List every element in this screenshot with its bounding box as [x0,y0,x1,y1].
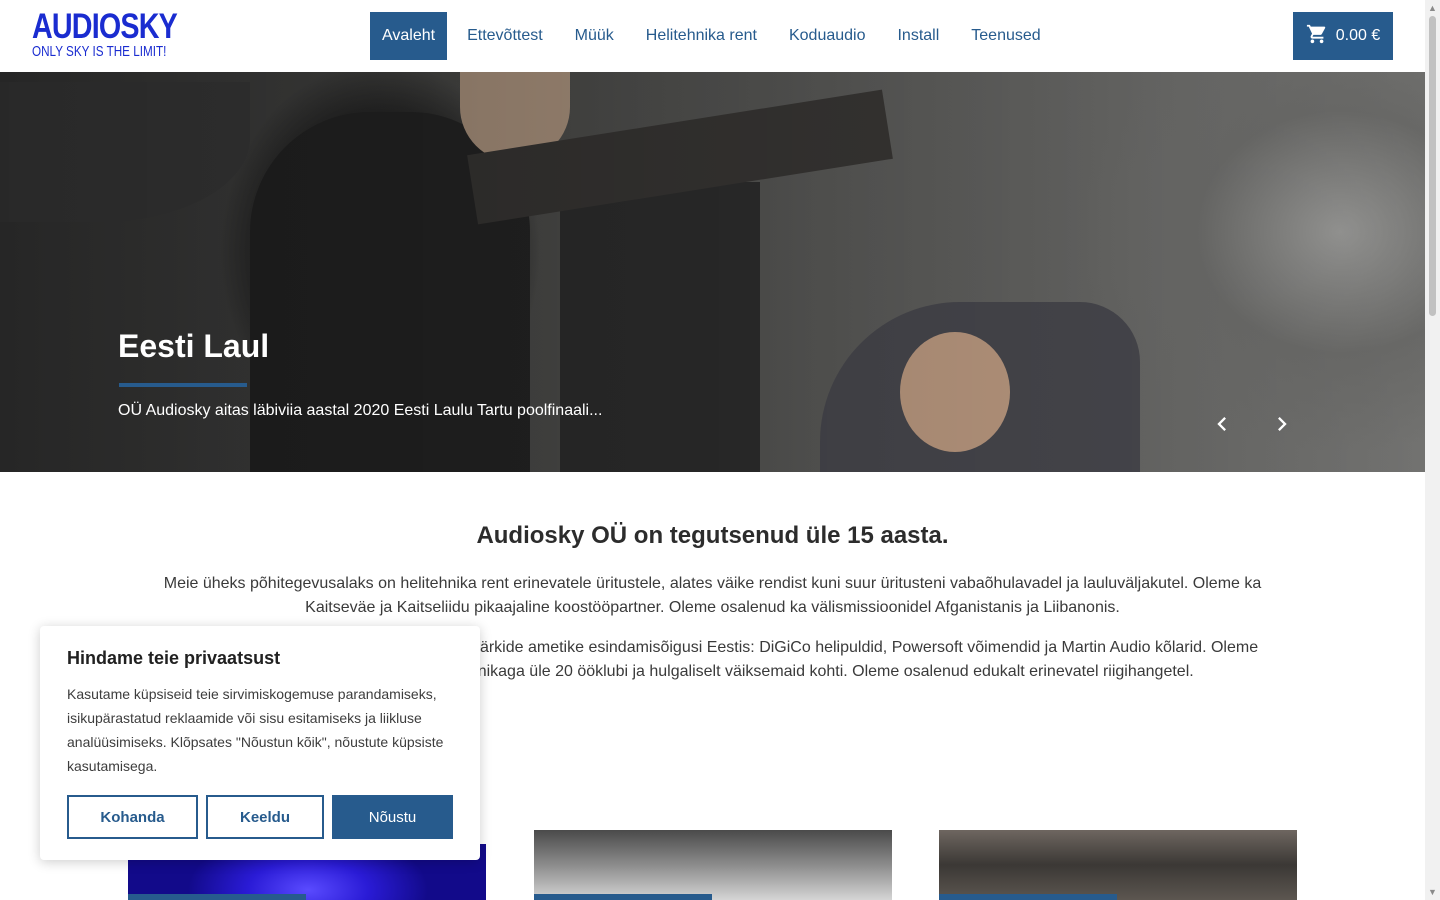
accept-button[interactable]: Nõustu [332,795,453,839]
logo-wordmark: AUDIOSKY [32,7,178,46]
site-header: AUDIOSKY ONLY SKY IS THE LIMIT! Avaleht … [0,0,1425,72]
page-scrollbar[interactable]: ▲ ▼ [1425,0,1440,900]
cookie-title: Hindame teie privaatsust [67,648,281,668]
section-title: Audiosky OÜ on tegutsenud üle 15 aasta. [476,522,949,549]
logo[interactable]: AUDIOSKY ONLY SKY IS THE LIMIT! [32,7,209,60]
nav-item-install[interactable]: Install [885,12,951,60]
hero-slider: Eesti Laul OÜ Audiosky aitas läbiviia aa… [0,72,1425,472]
chevron-left-icon[interactable] [1208,410,1236,438]
reject-button[interactable]: Keeldu [206,795,324,839]
main-nav: Avaleht Ettevõttest Müük Helitehnika ren… [370,12,1061,60]
cookie-text: Kasutame küpsiseid teie sirvimiskogemuse… [67,686,444,774]
logo-tagline: ONLY SKY IS THE LIMIT! [32,43,167,60]
about-paragraph-1: Meie üheks põhitegevusalaks on helitehni… [163,575,1262,616]
nav-item-ettevottest[interactable]: Ettevõttest [455,12,555,60]
cart-icon [1306,23,1328,50]
nav-item-avaleht[interactable]: Avaleht [370,12,448,60]
card-bar [534,894,712,900]
cart-total: 0.00 € [1335,27,1381,44]
hero-underline [119,383,247,387]
hero-text: OÜ Audiosky aitas läbiviia aastal 2020 E… [118,402,603,419]
nav-item-helitehnika-rent[interactable]: Helitehnika rent [634,12,769,60]
card-bar [128,894,306,900]
service-card-3[interactable] [939,830,1297,900]
customize-button[interactable]: Kohanda [67,795,198,839]
nav-item-teenused[interactable]: Teenused [959,12,1052,60]
service-card-2[interactable] [534,830,892,900]
chevron-right-icon[interactable] [1268,410,1296,438]
scroll-thumb[interactable] [1429,16,1436,316]
nav-item-muuk[interactable]: Müük [563,12,626,60]
card-bar [939,894,1117,900]
nav-item-koduaudio[interactable]: Koduaudio [777,12,878,60]
scroll-up-icon[interactable]: ▲ [1428,2,1437,14]
cart-button[interactable]: 0.00 € [1293,12,1393,60]
hero-title: Eesti Laul [118,328,270,364]
scroll-down-icon[interactable]: ▼ [1428,886,1437,898]
cookie-consent-dialog: Hindame teie privaatsust Kasutame küpsis… [40,626,480,860]
